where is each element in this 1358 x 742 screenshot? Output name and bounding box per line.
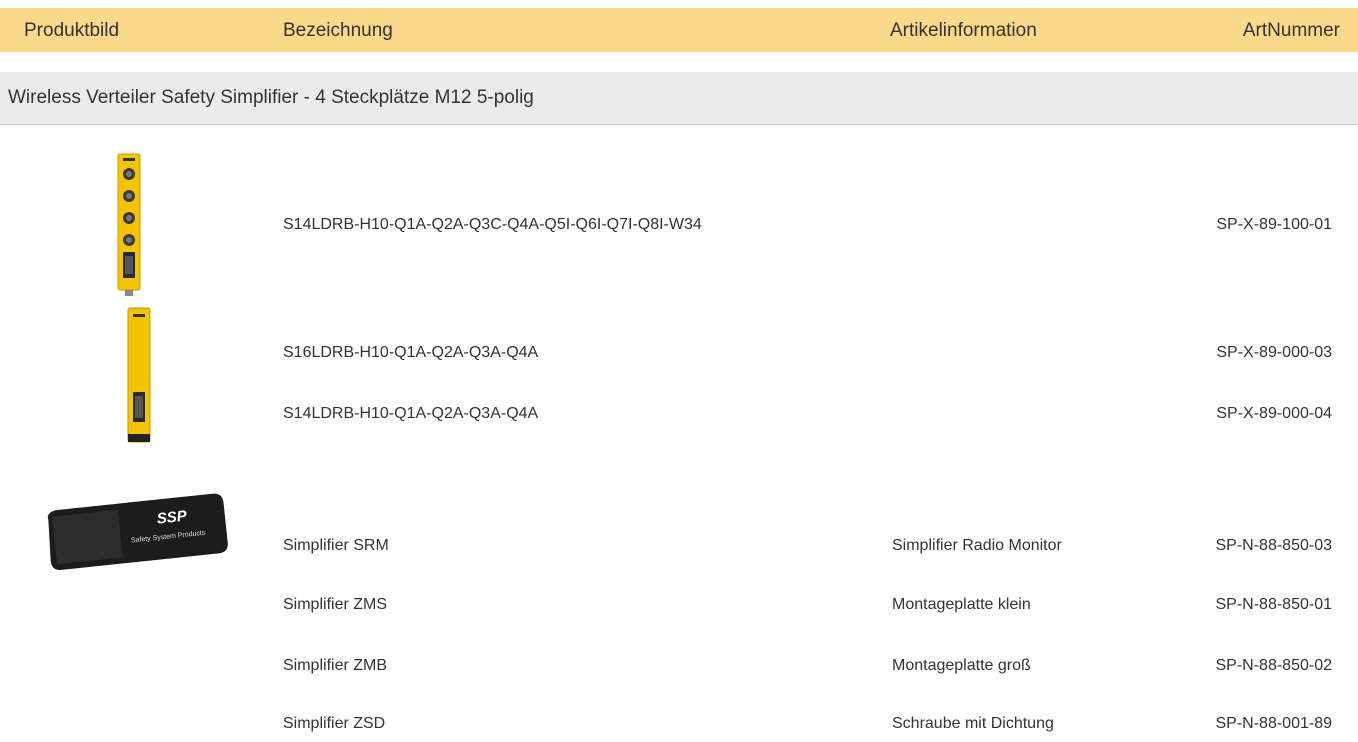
row-artnummer: SP-X-89-000-04 xyxy=(1216,405,1332,422)
row-artikelinformation: Simplifier Radio Monitor xyxy=(892,537,1062,554)
row-artnummer: SP-N-88-850-02 xyxy=(1215,657,1333,674)
row-bezeichnung: Simplifier ZSD xyxy=(283,715,386,732)
row-bezeichnung: S14LDRB-H10-Q1A-Q2A-Q3A-Q4A xyxy=(283,405,539,422)
row-bezeichnung: Simplifier ZMB xyxy=(283,657,388,674)
row-artnummer: SP-N-88-001-89 xyxy=(1215,715,1333,732)
usb-brand-logo: SSP xyxy=(156,507,189,527)
table-header: Produktbild Bezeichnung Artikelinformati… xyxy=(0,8,1358,52)
product-image-distributor[interactable] xyxy=(126,306,152,446)
row-artikelinformation: Montageplatte klein xyxy=(892,596,1031,613)
row-artnummer: SP-N-88-850-01 xyxy=(1215,596,1333,613)
row-bezeichnung: S14LDRB-H10-Q1A-Q2A-Q3C-Q4A-Q5I-Q6I-Q7I-… xyxy=(283,216,702,233)
column-header-produktbild: Produktbild xyxy=(24,20,120,41)
row-bezeichnung: S16LDRB-H10-Q1A-Q2A-Q3A-Q4A xyxy=(283,344,539,361)
row-artnummer: SP-X-89-000-03 xyxy=(1216,344,1332,361)
row-artnummer: SP-N-88-850-03 xyxy=(1215,537,1333,554)
product-image-distributor-4port[interactable] xyxy=(116,152,142,298)
row-bezeichnung: Simplifier SRM xyxy=(283,537,389,554)
column-header-bezeichnung: Bezeichnung xyxy=(283,20,393,41)
row-bezeichnung: Simplifier ZMS xyxy=(283,596,388,613)
row-artikelinformation: Montageplatte groß xyxy=(892,657,1031,674)
product-image-usb-stick[interactable]: SSP Safety System Products xyxy=(40,486,230,576)
column-header-artikelinformation: Artikelinformation xyxy=(890,20,1037,41)
section-header: Wireless Verteiler Safety Simplifier - 4… xyxy=(0,72,1358,125)
column-header-artnummer: ArtNummer xyxy=(1242,20,1340,41)
section-title: Wireless Verteiler Safety Simplifier - 4… xyxy=(8,87,534,108)
row-artnummer: SP-X-89-100-01 xyxy=(1216,216,1332,233)
row-artikelinformation: Schraube mit Dichtung xyxy=(892,715,1054,732)
